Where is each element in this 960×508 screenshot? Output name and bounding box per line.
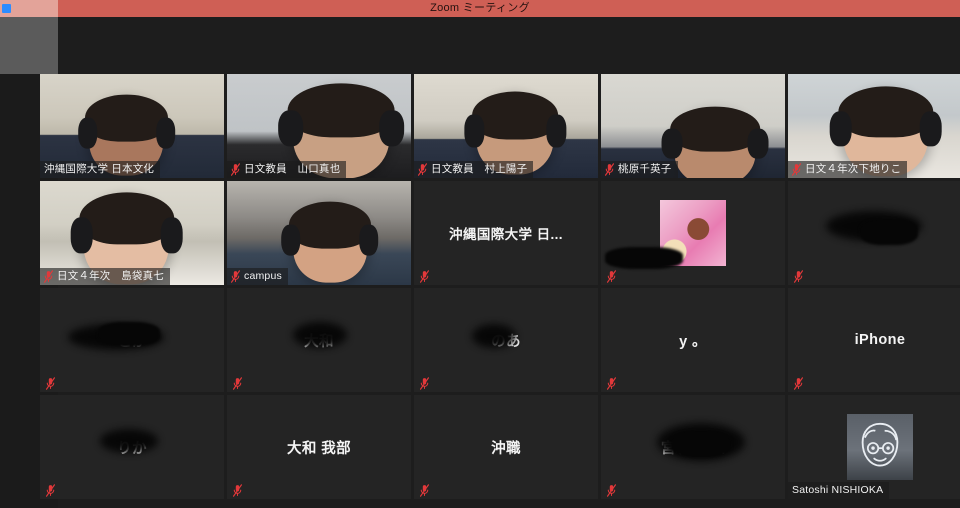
participant-name-bar: 桃原千英子 bbox=[601, 161, 678, 178]
redaction-overlay bbox=[100, 429, 158, 453]
participant-name-bar: campus bbox=[227, 268, 288, 285]
participant-name-bar: 日文４年次下地りこ bbox=[788, 161, 908, 178]
participant-name-label: 桃原千英子 bbox=[618, 163, 672, 175]
participant-name-label: 日文４年次下地りこ bbox=[805, 163, 902, 175]
participant-tile[interactable]: 大和 bbox=[227, 288, 411, 392]
participant-name-bar: 日文教員 山口真也 bbox=[227, 161, 347, 178]
participant-tile[interactable]: のあ bbox=[414, 288, 598, 392]
zoom-app-icon bbox=[2, 4, 11, 13]
participant-name-label: 日文教員 山口真也 bbox=[244, 163, 341, 175]
participant-name-label: 沖縄国際大学 日本文化 bbox=[44, 163, 155, 175]
participant-tile[interactable]: コミ bbox=[788, 181, 960, 285]
participant-name-bar bbox=[414, 269, 435, 285]
participant-display-name: y 。 bbox=[679, 333, 707, 350]
titlebar-left-cap bbox=[0, 0, 58, 17]
participant-display-name: iPhone bbox=[854, 332, 906, 348]
mic-muted-icon bbox=[418, 162, 427, 176]
participant-name-bar bbox=[601, 376, 622, 392]
participant-name-bar bbox=[414, 483, 435, 499]
mic-muted-icon bbox=[607, 270, 616, 283]
participant-name-bar bbox=[788, 376, 809, 392]
mic-muted-icon bbox=[44, 269, 53, 283]
participant-display-name: 沖職 bbox=[491, 440, 521, 457]
redaction-overlay bbox=[98, 322, 160, 346]
window-titlebar: Zoom ミーティング bbox=[0, 0, 960, 17]
participant-avatar bbox=[847, 414, 913, 480]
gallery-view-grid: 沖縄国際大学 日本文化 日文教員 山口真也 日文教員 村上陽子 桃原千英子 日文… bbox=[20, 74, 960, 508]
participant-tile[interactable]: 日文教員 山口真也 bbox=[227, 74, 411, 178]
participant-tile[interactable]: 沖縄国際大学 日... bbox=[414, 181, 598, 285]
mic-muted-icon bbox=[420, 270, 429, 283]
participant-tile[interactable]: 大和 我部 bbox=[227, 395, 411, 499]
mic-muted-icon bbox=[605, 162, 614, 176]
os-sidebar-lower-strip bbox=[0, 74, 18, 508]
mic-muted-icon bbox=[46, 484, 55, 497]
mic-muted-icon bbox=[420, 377, 429, 390]
os-sidebar-panel bbox=[0, 17, 58, 74]
participant-tile[interactable]: 桃原千英子 bbox=[601, 74, 785, 178]
participant-tile[interactable]: Satoshi NISHIOKA bbox=[788, 395, 960, 499]
participant-tile[interactable]: とか bbox=[40, 288, 224, 392]
participant-tile[interactable]: 宮城 隼人 bbox=[601, 395, 785, 499]
participant-tile[interactable]: campus bbox=[227, 181, 411, 285]
window-title: Zoom ミーティング bbox=[430, 2, 530, 14]
participant-tile[interactable]: iPhone bbox=[788, 288, 960, 392]
participant-tile[interactable] bbox=[601, 181, 785, 285]
mic-muted-icon bbox=[794, 377, 803, 390]
zoom-meeting-window: Zoom ミーティング 沖縄国際大学 日本文化 日文教員 山口真也 日文教員 村… bbox=[0, 0, 960, 508]
participant-name-bar bbox=[40, 483, 61, 499]
redaction-overlay bbox=[472, 324, 516, 348]
participant-tile[interactable]: y 。 bbox=[601, 288, 785, 392]
meeting-stage: 沖縄国際大学 日本文化 日文教員 山口真也 日文教員 村上陽子 桃原千英子 日文… bbox=[40, 17, 960, 508]
participant-name-label: campus bbox=[244, 270, 282, 282]
participant-name-bar bbox=[227, 483, 248, 499]
mic-muted-icon bbox=[233, 377, 242, 390]
mic-muted-icon bbox=[231, 269, 240, 283]
participant-name-bar bbox=[414, 376, 435, 392]
participant-name-bar bbox=[601, 483, 622, 499]
participant-tile[interactable]: りか bbox=[40, 395, 224, 499]
mic-muted-icon bbox=[607, 377, 616, 390]
participant-tile[interactable]: 日文４年次下地りこ bbox=[788, 74, 960, 178]
redaction-overlay bbox=[860, 219, 918, 245]
mic-muted-icon bbox=[231, 162, 240, 176]
participant-tile[interactable]: 日文教員 村上陽子 bbox=[414, 74, 598, 178]
participant-name-bar bbox=[788, 269, 809, 285]
participant-name-bar bbox=[601, 269, 622, 285]
mic-muted-icon bbox=[46, 377, 55, 390]
mic-muted-icon bbox=[607, 484, 616, 497]
mic-muted-icon bbox=[420, 484, 429, 497]
redaction-overlay bbox=[293, 322, 347, 348]
mic-muted-icon bbox=[792, 162, 801, 176]
participant-display-name: 大和 我部 bbox=[286, 440, 352, 457]
participant-tile[interactable]: 日文４年次 島袋真七 bbox=[40, 181, 224, 285]
participant-name-bar bbox=[227, 376, 248, 392]
redaction-overlay bbox=[671, 431, 731, 457]
participant-display-name: 沖縄国際大学 日... bbox=[449, 227, 563, 242]
participant-name-label: 日文教員 村上陽子 bbox=[431, 163, 528, 175]
participant-tile[interactable]: 沖職 bbox=[414, 395, 598, 499]
redaction-overlay bbox=[605, 247, 683, 269]
participant-name-bar: 日文４年次 島袋真七 bbox=[40, 268, 170, 285]
participant-name-bar: Satoshi NISHIOKA bbox=[788, 482, 890, 499]
mic-muted-icon bbox=[794, 270, 803, 283]
participant-name-bar: 沖縄国際大学 日本文化 bbox=[40, 161, 161, 178]
mic-muted-icon bbox=[233, 484, 242, 497]
participant-name-label: 日文４年次 島袋真七 bbox=[57, 270, 164, 282]
participant-tile[interactable]: 沖縄国際大学 日本文化 bbox=[40, 74, 224, 178]
participant-name-label: Satoshi NISHIOKA bbox=[792, 484, 884, 496]
participant-name-bar: 日文教員 村上陽子 bbox=[414, 161, 534, 178]
participant-name-bar bbox=[40, 376, 61, 392]
